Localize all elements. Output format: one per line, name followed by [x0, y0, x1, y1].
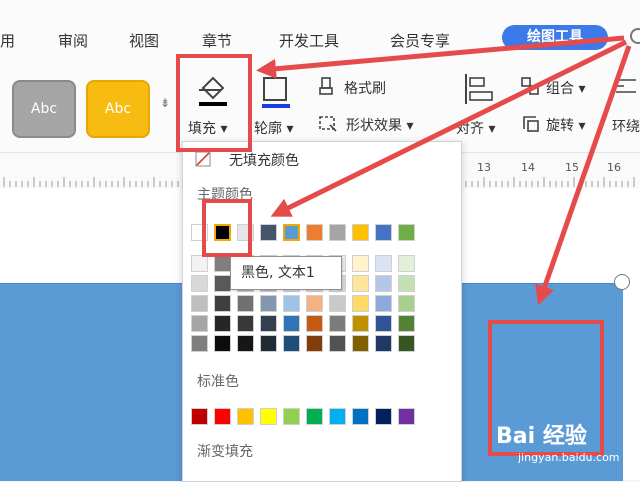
- annotation-arrows: [256, 35, 632, 306]
- arrow-to-fill-button: [256, 35, 625, 79]
- arrow-to-shape: [535, 45, 632, 306]
- watermark-url: jingyan.baidu.com: [518, 451, 620, 464]
- arrow-to-black-swatch: [270, 39, 628, 217]
- baidu-jingyan-watermark: Bai 经验: [496, 424, 587, 449]
